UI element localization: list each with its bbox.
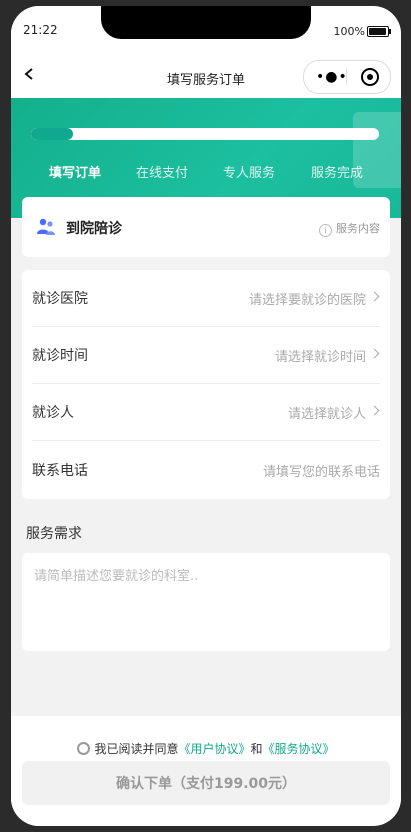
chevron-right-icon	[369, 405, 380, 416]
notch	[101, 6, 311, 39]
service-agreement-link[interactable]: 《服务协议》	[263, 742, 335, 756]
escort-service-icon	[37, 218, 55, 235]
step-dedicated-service: 专人服务	[223, 166, 276, 181]
phone-screen: 21:22 100% 填写服务订单 •●• 填写订单 在线支付 专人服务 服务完…	[11, 6, 401, 826]
phone-label: 联系电话	[32, 463, 88, 479]
service-title: 到院陪诊	[66, 221, 122, 237]
capsule-divider	[346, 69, 347, 85]
nav-bar: 填写服务订单 •●•	[11, 56, 401, 98]
requirements-textarea[interactable]	[32, 563, 380, 641]
agreement-line: 我已阅读并同意《用户协议》和《服务协议》	[11, 740, 401, 757]
visit-time-select[interactable]: 请选择就诊时间	[275, 346, 366, 365]
miniprogram-capsule: •●•	[303, 60, 391, 94]
battery-level: 100%	[333, 25, 365, 38]
footer-bar: 我已阅读并同意《用户协议》和《服务协议》 确认下单（支付199.00元）	[11, 716, 401, 826]
service-content-label: 服务内容	[336, 222, 380, 235]
info-icon: i	[319, 224, 332, 237]
step-fill-order: 填写订单	[49, 166, 102, 181]
service-card: 到院陪诊 i 服务内容	[22, 197, 390, 257]
user-agreement-link[interactable]: 《用户协议》	[178, 742, 250, 756]
visit-time-label: 就诊时间	[32, 348, 88, 364]
step-online-payment: 在线支付	[136, 166, 189, 181]
requirements-title: 服务需求	[26, 526, 82, 542]
agreement-radio[interactable]	[77, 742, 91, 755]
hospital-label: 就诊医院	[32, 291, 88, 307]
patient-select[interactable]: 请选择就诊人	[288, 403, 366, 422]
agreement-and: 和	[250, 742, 263, 756]
step-list: 填写订单 在线支付 专人服务 服务完成	[11, 162, 401, 182]
phone-row[interactable]: 联系电话 请填写您的联系电话	[32, 442, 380, 498]
step-service-complete: 服务完成	[311, 166, 364, 181]
patient-row[interactable]: 就诊人 请选择就诊人	[32, 384, 380, 441]
agreement-prefix: 我已阅读并同意	[94, 742, 179, 756]
close-target-icon[interactable]	[361, 68, 379, 86]
service-content-link[interactable]: i 服务内容	[319, 220, 380, 237]
battery-icon	[367, 26, 391, 37]
hospital-select[interactable]: 请选择要就诊的医院	[249, 289, 366, 308]
phone-input[interactable]: 请填写您的联系电话	[263, 461, 380, 480]
more-icon[interactable]: •●•	[316, 69, 348, 85]
status-time: 21:22	[23, 23, 58, 37]
chevron-right-icon	[369, 348, 380, 359]
hospital-row[interactable]: 就诊医院 请选择要就诊的医院	[32, 270, 380, 327]
progress-bar	[31, 128, 379, 140]
patient-label: 就诊人	[32, 405, 74, 421]
progress-fill	[31, 128, 73, 140]
confirm-order-button[interactable]: 确认下单（支付199.00元）	[22, 761, 390, 805]
chevron-right-icon	[369, 291, 380, 302]
requirements-card	[22, 553, 390, 651]
order-form: 就诊医院 请选择要就诊的医院 就诊时间 请选择就诊时间 就诊人 请选择就诊人 联…	[22, 270, 390, 499]
visit-time-row[interactable]: 就诊时间 请选择就诊时间	[32, 327, 380, 384]
status-bar: 21:22 100%	[11, 6, 401, 56]
